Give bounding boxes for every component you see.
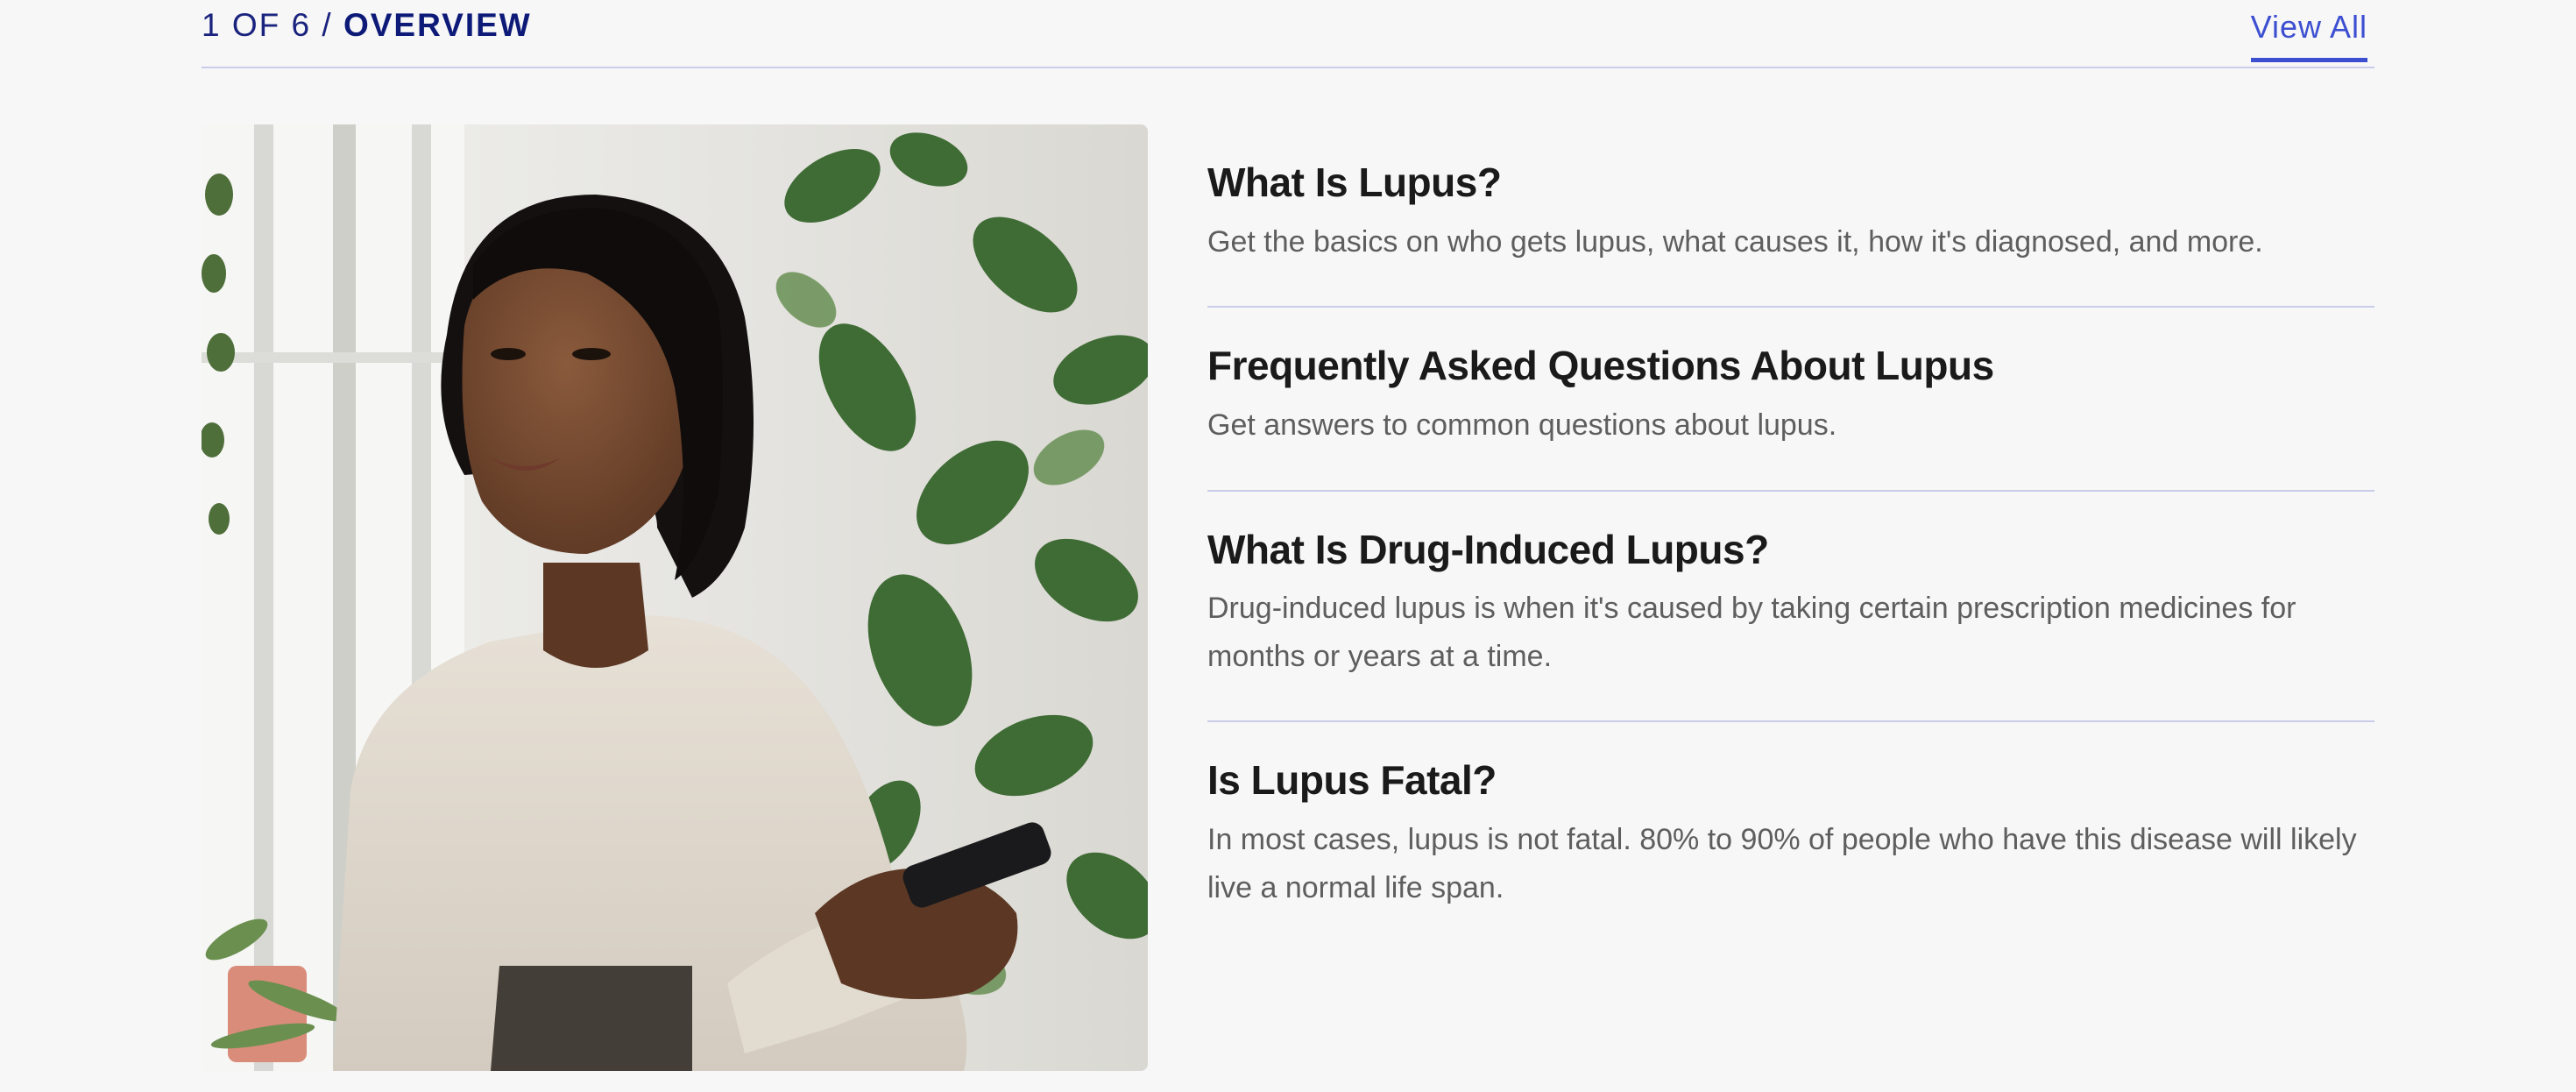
- article-description: Get the basics on who gets lupus, what c…: [1207, 224, 2263, 259]
- article-title[interactable]: What Is Lupus?: [1207, 160, 2374, 206]
- article-item[interactable]: What Is Lupus? Get the basics on who get…: [1207, 124, 2374, 308]
- counter-separator: /: [322, 7, 333, 43]
- article-list: What Is Lupus? Get the basics on who get…: [1207, 124, 2374, 952]
- article-description: In most cases, lupus is not fatal. 80% t…: [1207, 823, 2357, 904]
- article-title[interactable]: What Is Drug-Induced Lupus?: [1207, 527, 2374, 573]
- article-description: Drug-induced lupus is when it's caused b…: [1207, 592, 2296, 673]
- article-item[interactable]: What Is Drug-Induced Lupus? Drug-induced…: [1207, 492, 2374, 723]
- counter-of: OF: [231, 7, 281, 43]
- hero-photo[interactable]: [202, 124, 1148, 1071]
- counter-current: 1: [202, 7, 222, 43]
- article-title[interactable]: Is Lupus Fatal?: [1207, 757, 2374, 804]
- article-item[interactable]: Is Lupus Fatal? In most cases, lupus is …: [1207, 722, 2374, 952]
- slide-counter: 1 OF 6 / OVERVIEW: [202, 7, 532, 44]
- article-item[interactable]: Frequently Asked Questions About Lupus G…: [1207, 308, 2374, 492]
- article-title[interactable]: Frequently Asked Questions About Lupus: [1207, 343, 2374, 389]
- view-all-link[interactable]: View All: [2250, 9, 2367, 62]
- carousel-header: 1 OF 6 / OVERVIEW View All: [202, 0, 2374, 68]
- article-description: Get answers to common questions about lu…: [1207, 408, 1837, 443]
- woman-with-phone-photo: [202, 124, 1148, 1071]
- section-title: OVERVIEW: [343, 7, 532, 43]
- counter-total: 6: [291, 7, 312, 43]
